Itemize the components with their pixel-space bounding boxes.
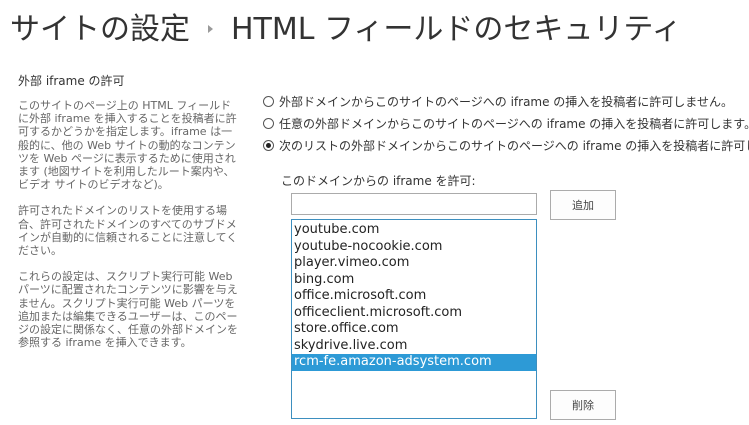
list-item-selected[interactable]: rcm-fe.amazon-adsystem.com [292, 354, 536, 371]
radio-option-label: 外部ドメインからこのサイトのページへの iframe の挿入を投稿者に許可しませ… [279, 94, 733, 109]
list-item[interactable]: youtube-nocookie.com [292, 239, 536, 256]
list-item[interactable]: youtube.com [292, 222, 536, 239]
allowed-domains-list[interactable]: youtube.com youtube-nocookie.com player.vi… [291, 219, 537, 419]
radio-button[interactable] [263, 95, 274, 107]
add-button[interactable]: 追加 [550, 190, 616, 220]
section-description: 外部 iframe の許可 このサイトのページ上の HTML フィールドに外部 … [18, 72, 242, 362]
radio-button-selected[interactable] [263, 139, 274, 151]
domain-input[interactable] [291, 193, 537, 215]
description-paragraph: このサイトのページ上の HTML フィールドに外部 iframe を挿入すること… [18, 99, 237, 192]
description-paragraph: これらの設定は、スクリプト実行可能 Web パーツに配置されたコンテンツに影響を… [18, 270, 238, 350]
radio-option-label: 任意の外部ドメインからこのサイトのページへの iframe の挿入を投稿者に許可… [279, 116, 749, 131]
radio-option-allow-any[interactable]: 任意の外部ドメインからこのサイトのページへの iframe の挿入を投稿者に許可… [263, 112, 749, 134]
breadcrumb-site-settings[interactable]: サイトの設定 [10, 4, 190, 48]
allow-domain-label: このドメインからの iframe を許可: [281, 174, 476, 188]
radio-option-allow-list[interactable]: 次のリストの外部ドメインからこのサイトのページへの iframe の挿入を投稿者… [263, 134, 749, 156]
breadcrumb-arrow-icon [208, 25, 213, 33]
iframe-options: 外部ドメインからこのサイトのページへの iframe の挿入を投稿者に許可しませ… [263, 90, 749, 156]
list-item[interactable]: store.office.com [292, 321, 536, 338]
list-item[interactable]: bing.com [292, 272, 536, 289]
list-item[interactable]: office.microsoft.com [292, 288, 536, 305]
list-item[interactable]: skydrive.live.com [292, 338, 536, 355]
remove-button[interactable]: 削除 [550, 390, 616, 420]
page-header: サイトの設定 HTML フィールドのセキュリティ [10, 4, 682, 48]
radio-button[interactable] [263, 117, 274, 129]
list-item[interactable]: player.vimeo.com [292, 255, 536, 272]
radio-option-label: 次のリストの外部ドメインからこのサイトのページへの iframe の挿入を投稿者… [279, 138, 749, 153]
section-heading: 外部 iframe の許可 [18, 74, 125, 88]
page-title: HTML フィールドのセキュリティ [231, 12, 682, 47]
radio-option-disallow[interactable]: 外部ドメインからこのサイトのページへの iframe の挿入を投稿者に許可しませ… [263, 90, 747, 112]
description-paragraph: 許可されたドメインのリストを使用する場合、許可されたドメインのすべてのサブドメイ… [18, 204, 238, 258]
list-item[interactable]: officeclient.microsoft.com [292, 305, 536, 322]
